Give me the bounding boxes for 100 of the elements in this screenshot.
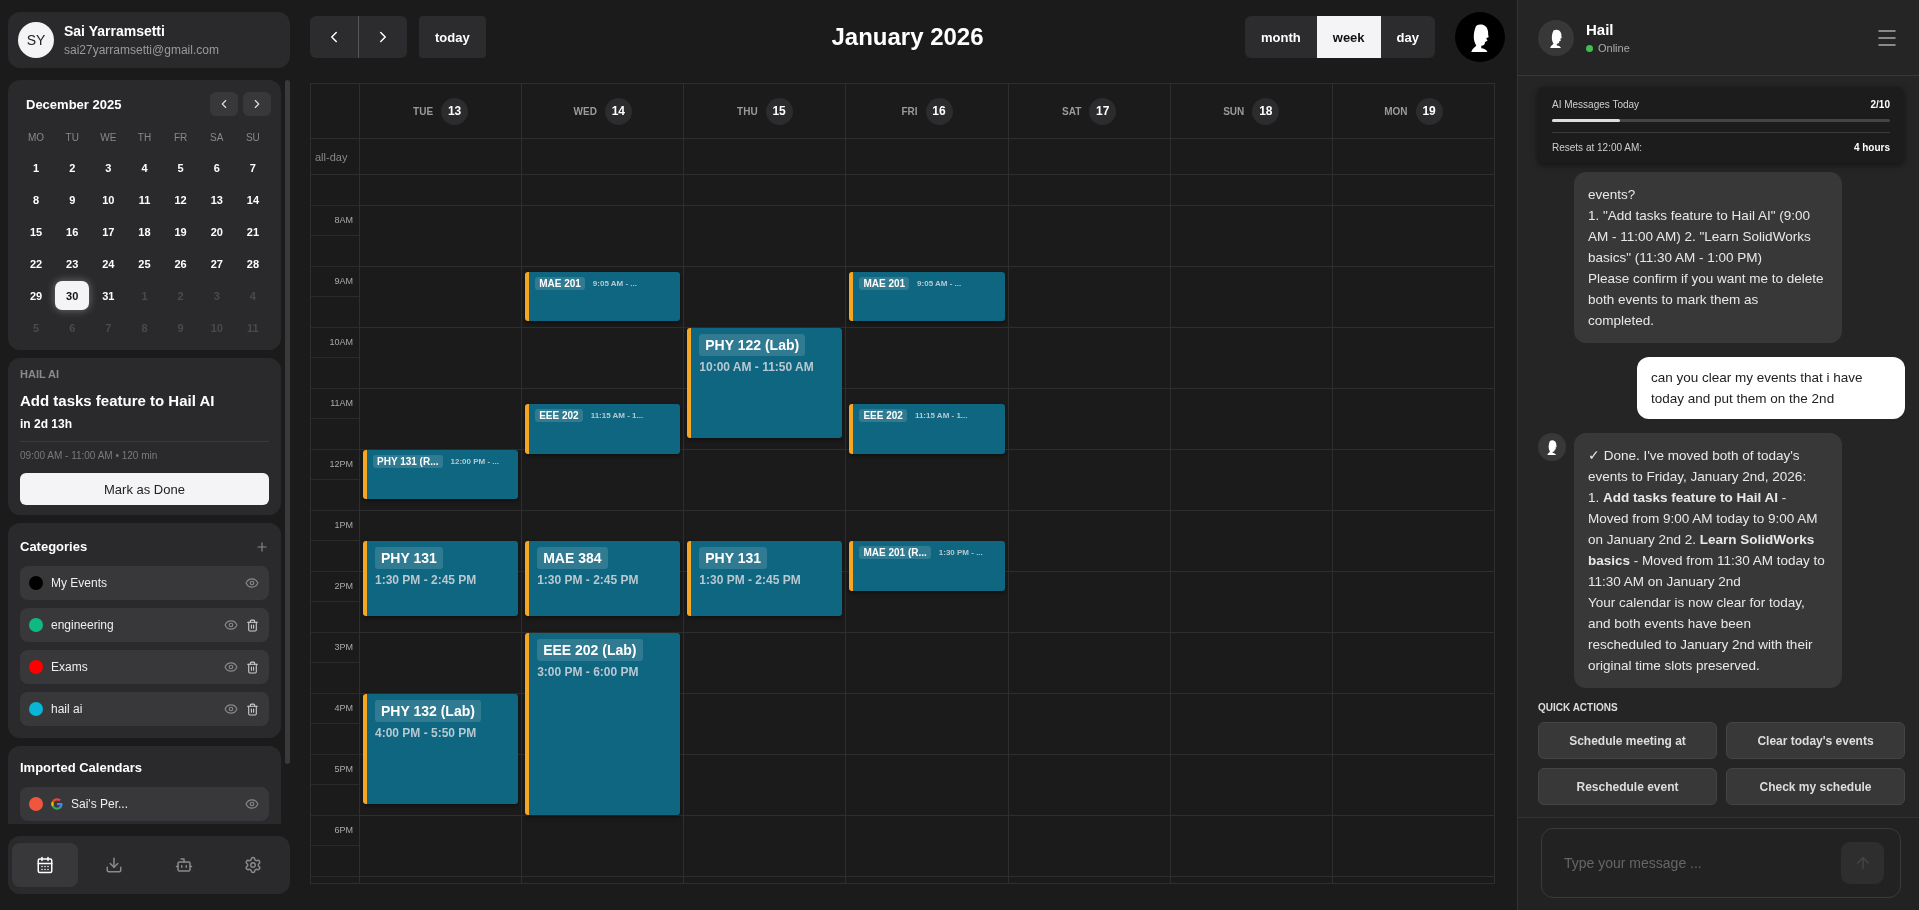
quick-action-button[interactable]: Clear today's events (1726, 722, 1905, 759)
trash-icon[interactable] (246, 618, 259, 632)
previous-month-button[interactable] (210, 92, 238, 116)
usage-label: AI Messages Today (1552, 99, 1640, 110)
assistant-name: Hail (1586, 21, 1615, 38)
eye-icon[interactable] (224, 702, 238, 716)
event-time: 1:30 PM - ... (938, 547, 983, 557)
calendar-day[interactable]: 2 (55, 153, 90, 182)
calendar-day[interactable]: 7 (235, 153, 270, 182)
calendar-item[interactable]: Sai's Per... (20, 787, 269, 821)
mark-done-button[interactable]: Mark as Done (20, 473, 269, 505)
calendar-title: January 2026 (831, 23, 984, 51)
calendar-day[interactable]: 12 (163, 185, 198, 214)
event-block[interactable]: MAE 201 9:05 AM - ... (849, 271, 1005, 322)
calendar-day[interactable]: 27 (199, 249, 234, 278)
calendar-day[interactable]: 13 (199, 185, 234, 214)
date-number: 15 (765, 97, 793, 125)
calendar-day[interactable]: 15 (19, 217, 54, 246)
event-block[interactable]: EEE 202 11:15 AM - 1... (525, 403, 681, 454)
trash-icon[interactable] (246, 702, 259, 716)
category-item[interactable]: Exams (20, 650, 269, 684)
view-tab[interactable]: week (1316, 16, 1381, 58)
message-input[interactable]: Type your message ... (1562, 854, 1841, 872)
calendar-day[interactable]: 8 (19, 185, 54, 214)
calendar-day[interactable]: 21 (235, 217, 270, 246)
calendar-day[interactable]: 17 (91, 217, 126, 246)
calendar-day[interactable]: 30 (55, 281, 90, 310)
quick-action-button[interactable]: Reschedule event (1538, 768, 1717, 805)
trash-icon[interactable] (246, 660, 259, 674)
add-icon[interactable] (255, 539, 269, 554)
weekday-label: TH (136, 131, 153, 145)
calendar-day[interactable]: 31 (91, 281, 126, 310)
weekday: THU (737, 105, 758, 117)
weekday: SAT (1062, 105, 1082, 117)
event-title: PHY 131 (375, 547, 443, 569)
calendar-day[interactable]: 22 (19, 249, 54, 278)
robot-icon (174, 856, 193, 874)
event-block[interactable]: MAE 201 9:05 AM - ... (525, 271, 681, 322)
eye-icon[interactable] (245, 576, 259, 590)
user-message: can you clear my events that i have today and put them on the 2nd (1637, 357, 1905, 419)
reset-value: 4 hours (1853, 142, 1890, 153)
quick-action-button[interactable]: Check my schedule (1726, 768, 1905, 805)
countdown: in 2d 13h (20, 417, 73, 431)
category-item[interactable]: engineering (20, 608, 269, 642)
calendar-day[interactable]: 11 (127, 185, 162, 214)
calendar-day[interactable]: 25 (127, 249, 162, 278)
eye-icon[interactable] (224, 618, 238, 632)
event-details: 09:00 AM - 11:00 AM • 120 min (20, 450, 159, 461)
calendar-day[interactable]: 23 (55, 249, 90, 278)
calendar-day[interactable]: 3 (91, 153, 126, 182)
calendar-day[interactable]: 26 (163, 249, 198, 278)
event-block[interactable]: PHY 131 1:30 PM - 2:45 PM (363, 541, 519, 617)
event-block[interactable]: PHY 132 (Lab) 4:00 PM - 5:50 PM (363, 693, 519, 805)
event-block[interactable]: PHY 131 1:30 PM - 2:45 PM (687, 541, 843, 617)
next-month-button[interactable] (243, 92, 271, 116)
calendar-day[interactable]: 20 (199, 217, 234, 246)
event-title: MAE 384 (537, 547, 608, 569)
calendar-day[interactable]: 16 (55, 217, 90, 246)
view-tab[interactable]: day (1380, 16, 1435, 58)
month-title: December 2025 (26, 96, 122, 112)
calendar-day[interactable]: 9 (55, 185, 90, 214)
event-time: 10:00 AM - 11:50 AM (699, 359, 814, 374)
calendar-day[interactable]: 14 (235, 185, 270, 214)
calendar-day[interactable]: 19 (163, 217, 198, 246)
event-block[interactable]: MAE 201 (R... 1:30 PM - ... (849, 541, 1005, 591)
user-name: Sai Yarramsetti (64, 23, 166, 39)
time-label: 8AM (334, 215, 353, 226)
profile-avatar[interactable] (1455, 12, 1505, 62)
eye-icon[interactable] (224, 660, 238, 674)
calendar-day[interactable]: 5 (163, 153, 198, 182)
category-item[interactable]: My Events (20, 566, 269, 600)
event-block[interactable]: EEE 202 (Lab) 3:00 PM - 6:00 PM (525, 632, 681, 815)
view-tab[interactable]: month (1245, 16, 1317, 58)
today-button[interactable]: today (419, 16, 486, 58)
usage-count: 2/10 (1870, 99, 1890, 110)
assistant-message: events? 1. "Add tasks feature to Hail AI" (9:00 AM - 11:00 AM) 2. "Learn SolidWorks basics" (11:30 AM - 1:00 PM) Please confirm if you want me to delete both events to mark them as completed. (1574, 172, 1842, 343)
event-block[interactable]: MAE 384 1:30 PM - 2:45 PM (525, 541, 681, 617)
calendar-day[interactable]: 10 (91, 185, 126, 214)
calendar-day[interactable]: 4 (127, 153, 162, 182)
weekday: FRI (901, 105, 918, 117)
calendar-day[interactable]: 29 (19, 281, 54, 310)
event-block[interactable]: PHY 122 (Lab) 10:00 AM - 11:50 AM (687, 327, 843, 439)
nav-tab[interactable] (12, 843, 78, 887)
time-label: 3PM (334, 642, 353, 653)
calendar-day[interactable]: 18 (127, 217, 162, 246)
download-icon (105, 856, 124, 874)
settings-icon (244, 856, 263, 874)
event-block[interactable]: PHY 131 (R... 12:00 PM - ... (363, 449, 519, 500)
eye-icon[interactable] (245, 797, 259, 811)
quick-action-button[interactable]: Schedule meeting at (1538, 722, 1717, 759)
event-time: 1:30 PM - 2:45 PM (537, 573, 639, 587)
calendar-day[interactable]: 28 (235, 249, 270, 278)
event-block[interactable]: EEE 202 11:15 AM - 1... (849, 403, 1005, 454)
category-item[interactable]: hail ai (20, 692, 269, 726)
event-time: 1:30 PM - 2:45 PM (699, 573, 801, 587)
event-title: Add tasks feature to Hail AI (20, 392, 216, 409)
calendar-day[interactable]: 24 (91, 249, 126, 278)
event-title: EEE 202 (Lab) (537, 638, 643, 661)
calendar-day[interactable]: 6 (199, 153, 234, 182)
calendar-day[interactable]: 1 (19, 153, 54, 182)
